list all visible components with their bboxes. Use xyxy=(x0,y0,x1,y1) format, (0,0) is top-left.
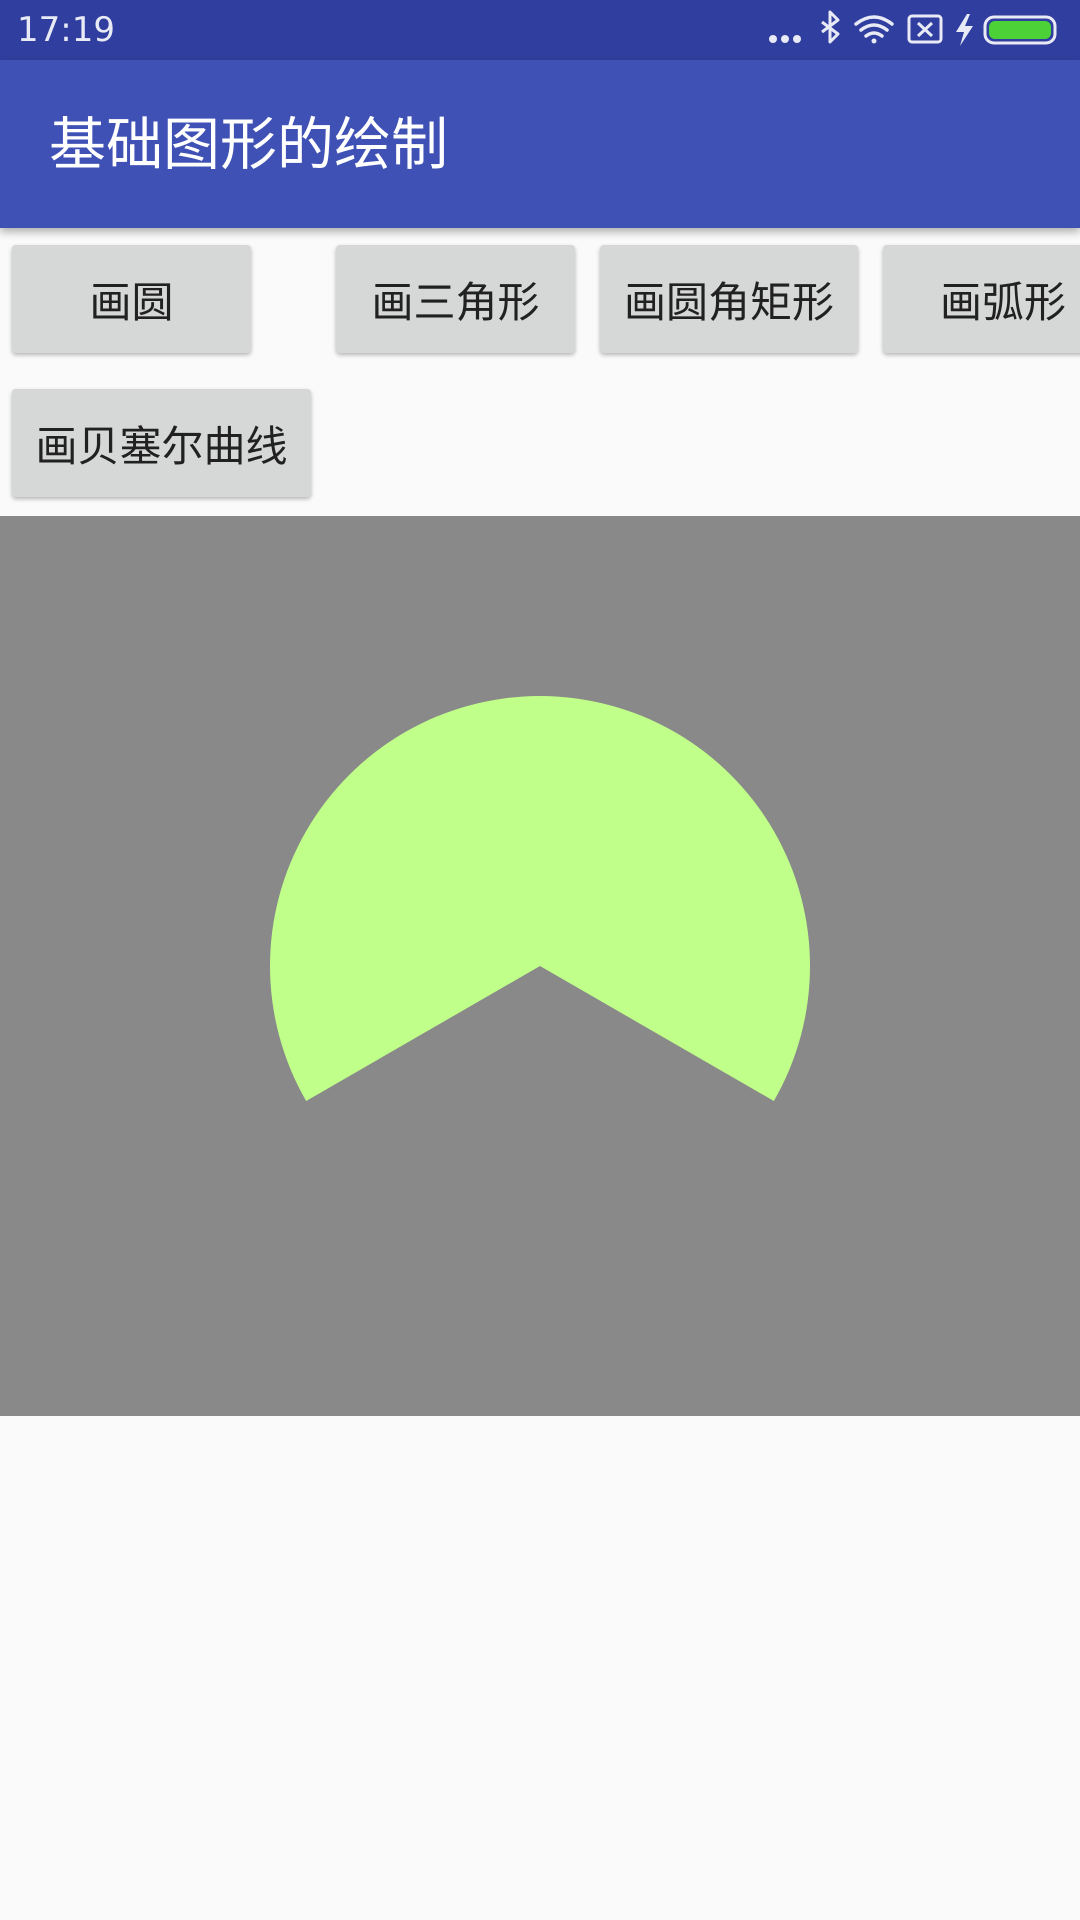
draw-circle-button[interactable]: 画圆 xyxy=(12,245,251,353)
drawing-canvas xyxy=(0,516,1080,1416)
canvas-svg xyxy=(270,696,811,1101)
status-time: 17:19 xyxy=(17,10,115,50)
charging-icon xyxy=(956,14,973,46)
page-title: 基础图形的绘制 xyxy=(49,112,448,178)
status-icons xyxy=(769,10,1057,46)
draw-triangle-button[interactable]: 画三角形 xyxy=(336,245,575,353)
battery-icon xyxy=(983,15,1057,45)
draw-arc-button[interactable]: 画弧形 xyxy=(883,245,1080,353)
draw-rounded-rect-button[interactable]: 画圆角矩形 xyxy=(600,245,858,353)
sim-error-icon xyxy=(907,14,943,44)
draw-bezier-button[interactable]: 画贝塞尔曲线 xyxy=(12,389,311,497)
wifi-icon xyxy=(854,15,894,44)
bluetooth-icon xyxy=(821,10,840,44)
status-bar: 17:19 xyxy=(0,0,1080,60)
drawn-sector xyxy=(270,696,811,1101)
more-dots-icon xyxy=(769,35,801,43)
app-bar: 基础图形的绘制 xyxy=(0,60,1080,228)
